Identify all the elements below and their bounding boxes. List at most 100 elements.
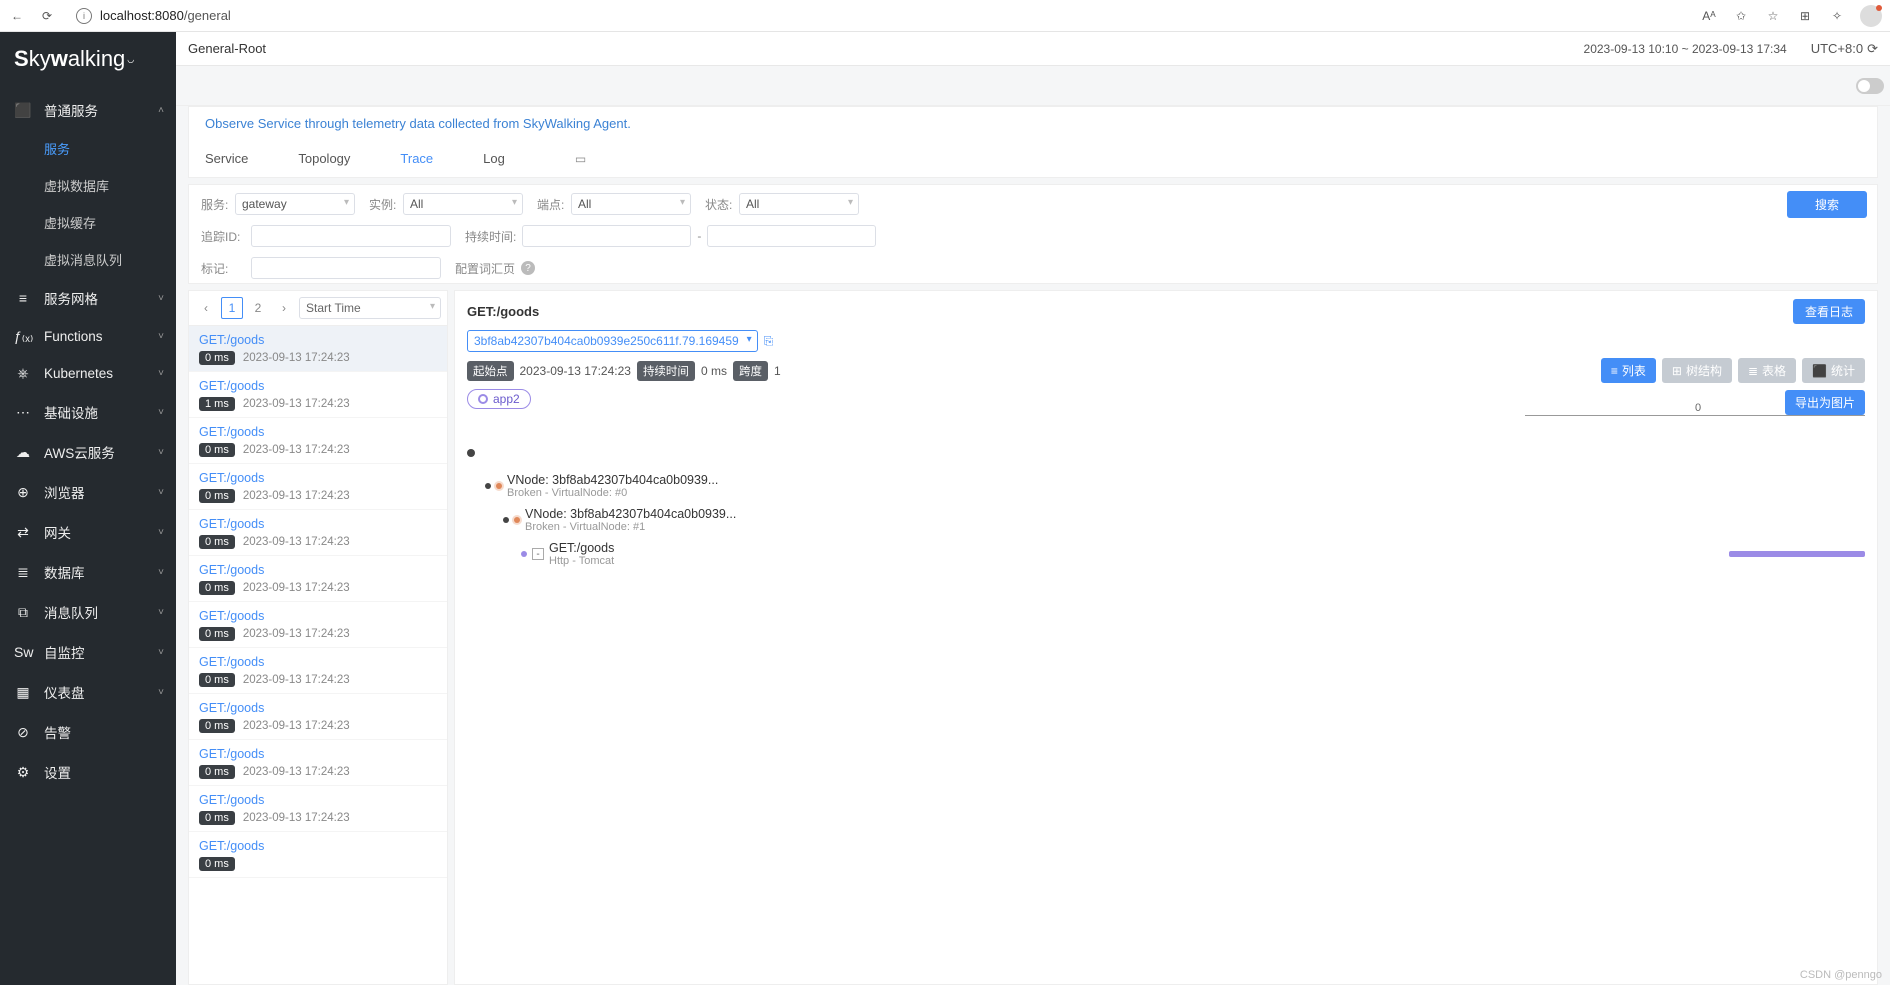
view-tree-button[interactable]: ⊞ 树结构 (1662, 358, 1732, 383)
view-table-button[interactable]: ≣ 表格 (1738, 358, 1796, 383)
sort-select[interactable]: Start Time (299, 297, 441, 319)
sidebar-item[interactable]: ⚙设置 (0, 752, 176, 792)
export-image-button[interactable]: 导出为图片 (1785, 390, 1865, 415)
nav-icon: ☁ (14, 444, 32, 461)
refresh-icon[interactable]: ⟳ (38, 7, 56, 25)
span-row[interactable] (467, 437, 1865, 469)
trace-item[interactable]: GET:/goods 0 ms2023-09-13 17:24:23 (189, 556, 447, 602)
sidebar-item[interactable]: ≡服务网格˅ (0, 278, 176, 318)
status-select[interactable]: All (739, 193, 859, 215)
keyword-label: 配置词汇页 (455, 260, 515, 277)
trace-item[interactable]: GET:/goods 0 ms2023-09-13 17:24:23 (189, 648, 447, 694)
watermark: CSDN @penngo (1800, 969, 1882, 981)
nav-label: 告警 (44, 722, 71, 742)
collections-icon[interactable]: ⊞ (1796, 7, 1814, 25)
trace-timestamp: 2023-09-13 17:24:23 (243, 444, 350, 456)
trace-item[interactable]: GET:/goods 1 ms2023-09-13 17:24:23 (189, 372, 447, 418)
instance-select[interactable]: All (403, 193, 523, 215)
sidebar-item[interactable]: ⋯基础设施˅ (0, 392, 176, 432)
timeline-header: 0 (467, 415, 1865, 433)
sidebar: Skywalking◡ ⬛普通服务˄服务虚拟数据库虚拟缓存虚拟消息队列≡服务网格… (0, 32, 176, 985)
url-text: localhost:8080/general (100, 8, 231, 23)
pager-page[interactable]: 2 (247, 297, 269, 319)
duration-badge: 0 ms (199, 719, 235, 733)
sidebar-item[interactable]: ⬛普通服务˄ (0, 90, 176, 130)
span-subtitle: Broken - VirtualNode: #0 (507, 487, 718, 499)
trace-item[interactable]: GET:/goods 0 ms2023-09-13 17:24:23 (189, 510, 447, 556)
sidebar-item[interactable]: ▦仪表盘˅ (0, 672, 176, 712)
text-size-icon[interactable]: Aᴬ (1700, 7, 1718, 25)
traceid-input[interactable] (251, 225, 451, 247)
duration-max-input[interactable] (707, 225, 876, 247)
trace-item[interactable]: GET:/goods 0 ms2023-09-13 17:24:23 (189, 602, 447, 648)
trace-item[interactable]: GET:/goods 0 ms2023-09-13 17:24:23 (189, 740, 447, 786)
time-range[interactable]: 2023-09-13 10:10 ~ 2023-09-13 17:34 (1584, 42, 1787, 56)
tab-log[interactable]: Log (483, 147, 505, 170)
view-log-button[interactable]: 查看日志 (1793, 299, 1865, 324)
duration-badge: 0 ms (199, 811, 235, 825)
extensions-icon[interactable]: ✧ (1828, 7, 1846, 25)
address-bar[interactable]: i localhost:8080/general (68, 4, 1688, 28)
pager-next[interactable]: › (273, 297, 295, 319)
timezone[interactable]: UTC+8:0 ⟳ (1811, 41, 1878, 57)
tab-trace[interactable]: Trace (400, 147, 433, 170)
sidebar-item[interactable]: ⊕浏览器˅ (0, 472, 176, 512)
trace-item[interactable]: GET:/goods 0 ms2023-09-13 17:24:23 (189, 464, 447, 510)
tag-input[interactable] (251, 257, 441, 279)
trace-item[interactable]: GET:/goods 0 ms2023-09-13 17:24:23 (189, 418, 447, 464)
collapse-icon[interactable]: - (532, 548, 544, 560)
view-list-button[interactable]: ≡ 列表 (1601, 358, 1656, 383)
pager-page[interactable]: 1 (221, 297, 243, 319)
trace-item[interactable]: GET:/goods 0 ms (189, 832, 447, 878)
sidebar-item[interactable]: ⧉消息队列˅ (0, 592, 176, 632)
span-row[interactable]: VNode: 3bf8ab42307b404ca0b0939...Broken … (467, 503, 1865, 537)
sidebar-item[interactable]: ⇄网关˅ (0, 512, 176, 552)
app-tag[interactable]: app2 (467, 389, 531, 409)
copy-icon[interactable]: ⎘ (764, 334, 774, 349)
star-outline-icon[interactable]: ✩ (1732, 7, 1750, 25)
sidebar-sub-item[interactable]: 虚拟消息队列 (0, 241, 176, 278)
trace-id-select[interactable]: 3bf8ab42307b404ca0b0939e250c611f.79.1694… (467, 330, 758, 352)
trace-name: GET:/goods (199, 655, 437, 669)
breadcrumb: General-Root (188, 41, 266, 56)
endpoint-select[interactable]: All (571, 193, 691, 215)
duration-min-input[interactable] (522, 225, 691, 247)
sidebar-item[interactable]: Sw自监控˅ (0, 632, 176, 672)
status-label: 状态: (705, 196, 735, 213)
trace-item[interactable]: GET:/goods 0 ms2023-09-13 17:24:23 (189, 326, 447, 372)
duration-value: 0 ms (701, 364, 727, 378)
help-icon[interactable]: ? (521, 261, 535, 275)
view-stat-button[interactable]: ⬛ 统计 (1802, 358, 1865, 383)
sidebar-sub-item[interactable]: 服务 (0, 130, 176, 167)
span-bar-area (1525, 549, 1865, 559)
tab-service[interactable]: Service (205, 147, 248, 170)
info-icon[interactable]: i (76, 8, 92, 24)
sidebar-item[interactable]: ⎈Kubernetes˅ (0, 355, 176, 392)
sidebar-item[interactable]: ƒ₍ₓ₎Functions˅ (0, 318, 176, 355)
nav-icon: ⊕ (14, 484, 32, 501)
trace-item[interactable]: GET:/goods 0 ms2023-09-13 17:24:23 (189, 786, 447, 832)
service-select[interactable]: gateway (235, 193, 355, 215)
copy-tab-icon[interactable]: ▭ (575, 152, 586, 166)
tab-topology[interactable]: Topology (298, 147, 350, 170)
tabs: Service Topology Trace Log ▭ (188, 140, 1878, 178)
span-row[interactable]: -GET:/goodsHttp - Tomcat (467, 537, 1865, 571)
chevron-icon: ˅ (158, 567, 164, 578)
trace-item[interactable]: GET:/goods 0 ms2023-09-13 17:24:23 (189, 694, 447, 740)
sidebar-item[interactable]: ≣数据库˅ (0, 552, 176, 592)
toggle-row (176, 66, 1890, 106)
sidebar-sub-item[interactable]: 虚拟数据库 (0, 167, 176, 204)
duration-badge: 1 ms (199, 397, 235, 411)
pager-prev[interactable]: ‹ (195, 297, 217, 319)
search-button[interactable]: 搜索 (1787, 191, 1867, 218)
sidebar-sub-item[interactable]: 虚拟缓存 (0, 204, 176, 241)
nav-icon: ⋯ (14, 404, 32, 421)
span-row[interactable]: VNode: 3bf8ab42307b404ca0b0939...Broken … (467, 469, 1865, 503)
favorite-icon[interactable]: ☆ (1764, 7, 1782, 25)
profile-avatar[interactable] (1860, 5, 1882, 27)
sidebar-item[interactable]: ☁AWS云服务˅ (0, 432, 176, 472)
back-icon[interactable]: ← (8, 7, 26, 25)
sidebar-item[interactable]: ⊘告警 (0, 712, 176, 752)
trace-timestamp: 2023-09-13 17:24:23 (243, 582, 350, 594)
auto-refresh-toggle[interactable] (1856, 78, 1884, 94)
